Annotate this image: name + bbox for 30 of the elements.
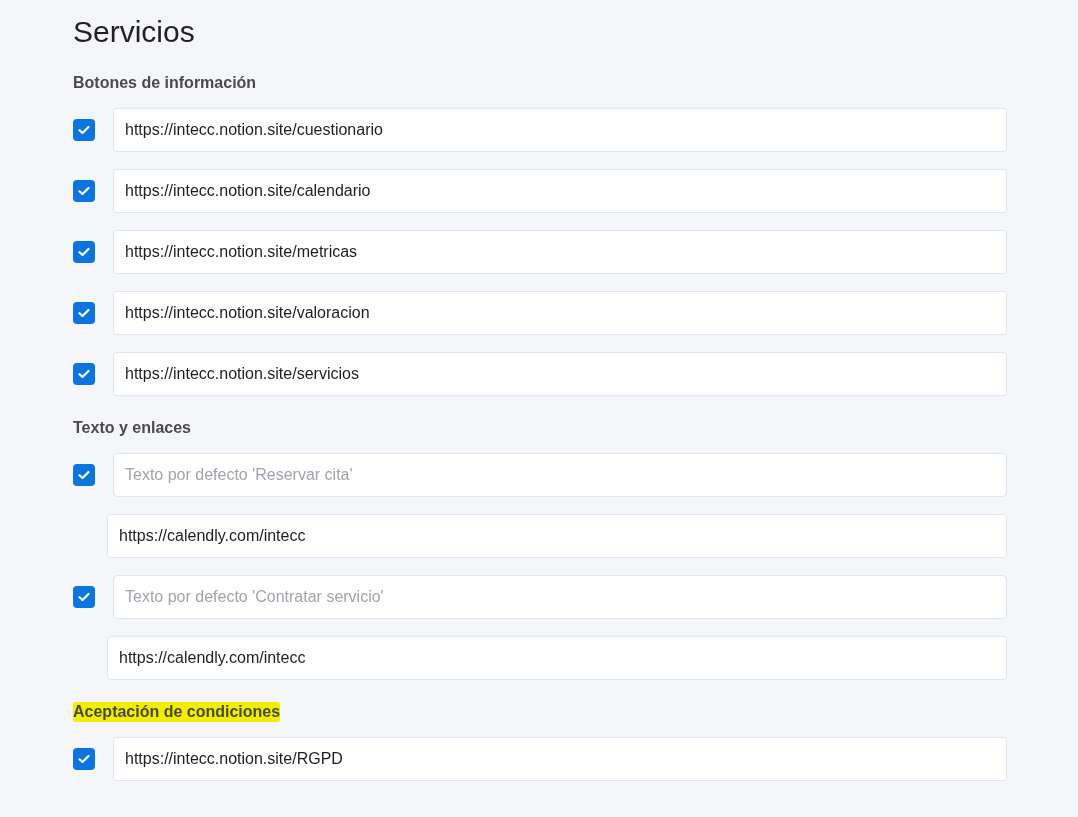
checkbox[interactable] (73, 748, 95, 770)
check-icon (78, 247, 90, 257)
input-field[interactable]: https://intecc.notion.site/valoracion (113, 291, 1007, 335)
section-heading: Texto y enlaces (73, 418, 191, 438)
input-field[interactable]: https://calendly.com/intecc (107, 514, 1007, 558)
checkbox[interactable] (73, 586, 95, 608)
checkbox[interactable] (73, 363, 95, 385)
input-field[interactable]: https://calendly.com/intecc (107, 636, 1007, 680)
input-field[interactable]: https://intecc.notion.site/RGPD (113, 737, 1007, 781)
input-field[interactable]: https://intecc.notion.site/cuestionario (113, 108, 1007, 152)
check-icon (78, 470, 90, 480)
check-icon (78, 592, 90, 602)
checkbox[interactable] (73, 180, 95, 202)
check-icon (78, 186, 90, 196)
input-field[interactable]: Texto por defecto 'Contratar servicio' (113, 575, 1007, 619)
input-field[interactable]: https://intecc.notion.site/servicios (113, 352, 1007, 396)
section-heading: Botones de información (73, 73, 257, 93)
input-field[interactable]: Texto por defecto 'Reservar cita' (113, 453, 1007, 497)
checkbox[interactable] (73, 241, 95, 263)
checkbox[interactable] (73, 464, 95, 486)
page-title: Servicios (73, 14, 195, 50)
check-icon (78, 369, 90, 379)
check-icon (78, 125, 90, 135)
input-field[interactable]: https://intecc.notion.site/metricas (113, 230, 1007, 274)
check-icon (78, 308, 90, 318)
check-icon (78, 754, 90, 764)
input-field[interactable]: https://intecc.notion.site/calendario (113, 169, 1007, 213)
checkbox[interactable] (73, 119, 95, 141)
section-heading: Aceptación de condiciones (73, 702, 281, 722)
checkbox[interactable] (73, 302, 95, 324)
